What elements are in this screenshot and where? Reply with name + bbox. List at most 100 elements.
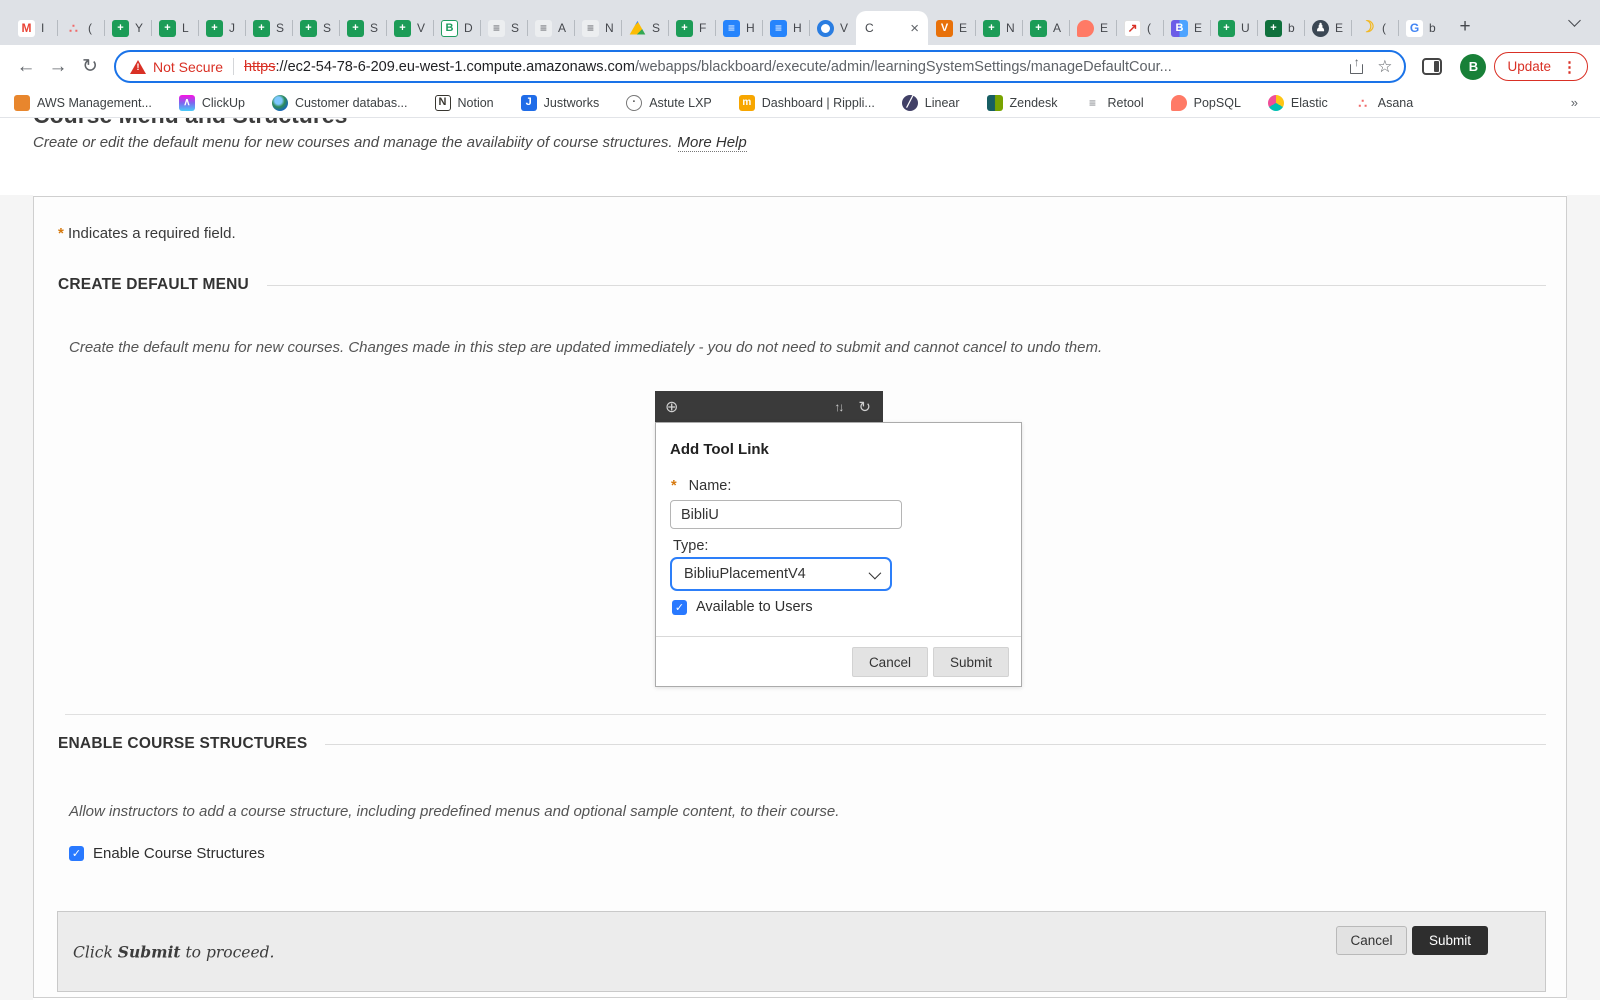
browser-tab[interactable]: VE <box>928 11 975 45</box>
bookmark-label: Justworks <box>544 96 600 110</box>
browser-tab[interactable]: +S <box>339 11 386 45</box>
browser-tab[interactable]: ≡S <box>480 11 527 45</box>
type-select[interactable]: BibliuPlacementV4 <box>670 557 892 591</box>
browser-tab[interactable]: ≡A <box>527 11 574 45</box>
share-icon[interactable]: ↑ <box>1350 59 1363 74</box>
bookmark-item[interactable]: mDashboard | Rippli... <box>739 95 875 111</box>
tab-title: E <box>1335 21 1343 35</box>
browser-tab[interactable]: ≡N <box>574 11 621 45</box>
forward-button[interactable]: → <box>42 51 74 83</box>
tab-title: V <box>840 21 848 35</box>
refresh-icon[interactable]: ↻ <box>858 398 871 416</box>
omnibox-divider <box>233 58 234 75</box>
bookmark-item[interactable]: ∧ClickUp <box>179 95 245 111</box>
bookmark-item[interactable]: ≡Retool <box>1085 95 1144 111</box>
rippling-favicon: m <box>739 95 755 111</box>
bubble-favicon <box>1077 20 1094 37</box>
bookmark-item[interactable]: AWS Management... <box>14 95 152 111</box>
enable-course-structures-checkbox[interactable]: ✓ <box>69 846 84 861</box>
browser-tab[interactable]: +U <box>1210 11 1257 45</box>
browser-tab[interactable]: Gb <box>1398 11 1445 45</box>
bookmark-item[interactable]: NNotion <box>435 95 494 111</box>
browser-tab[interactable]: V <box>809 11 856 45</box>
browser-tab[interactable]: S <box>621 11 668 45</box>
browser-tab[interactable]: +S <box>245 11 292 45</box>
browser-tab[interactable]: ∴( <box>57 11 104 45</box>
browser-tab[interactable]: +b <box>1257 11 1304 45</box>
browser-tab[interactable]: +V <box>386 11 433 45</box>
back-button[interactable]: ← <box>10 51 42 83</box>
browser-tab[interactable]: BE <box>1163 11 1210 45</box>
popsql-favicon <box>1171 95 1187 111</box>
update-button[interactable]: Update ⋮ <box>1494 52 1588 81</box>
form-cancel-button[interactable]: Cancel <box>1336 926 1407 955</box>
bookmark-label: PopSQL <box>1194 96 1241 110</box>
bookmark-item[interactable]: Zendesk <box>987 95 1058 111</box>
add-item-icon[interactable]: ⊕ <box>665 397 678 417</box>
create-menu-instruction: Create the default menu for new courses.… <box>69 339 1102 356</box>
tab-title: b <box>1429 21 1436 35</box>
browser-tab[interactable]: +A <box>1022 11 1069 45</box>
bookmark-item[interactable]: ·Astute LXP <box>626 95 712 111</box>
zendesk-favicon <box>987 95 1003 111</box>
browser-tab[interactable]: E <box>1069 11 1116 45</box>
reorder-icon[interactable]: ↑↓ <box>834 400 842 414</box>
sheets-favicon: + <box>206 20 223 37</box>
address-bar[interactable]: ! Not Secure https://ec2-54-78-6-209.eu-… <box>114 50 1406 83</box>
section-enable-course-structures: ENABLE COURSE STRUCTURES <box>58 735 1546 753</box>
linear-favicon: ╱ <box>902 95 918 111</box>
form-submit-button[interactable]: Submit <box>1412 926 1488 955</box>
bookmarks-overflow-icon[interactable]: » <box>1571 95 1578 110</box>
bookmark-item[interactable]: JJustworks <box>521 95 600 111</box>
bookmark-label: Zendesk <box>1010 96 1058 110</box>
reload-icon: ↻ <box>82 55 98 78</box>
bookmark-star-icon[interactable]: ☆ <box>1377 57 1392 77</box>
bookmark-label: Customer databas... <box>295 96 408 110</box>
name-input[interactable] <box>670 500 902 529</box>
bookmark-item[interactable]: Elastic <box>1268 95 1328 111</box>
browser-tab[interactable]: ♟E <box>1304 11 1351 45</box>
bookmark-item[interactable]: PopSQL <box>1171 95 1241 111</box>
bookmark-label: ClickUp <box>202 96 245 110</box>
browser-tab[interactable]: +S <box>292 11 339 45</box>
new-tab-button[interactable]: + <box>1451 13 1479 41</box>
tab-title: D <box>464 21 473 35</box>
sheets-favicon: + <box>1218 20 1235 37</box>
browser-tab[interactable]: +N <box>975 11 1022 45</box>
bookmark-item[interactable]: Customer databas... <box>272 95 408 111</box>
browser-tab[interactable]: ≡H <box>762 11 809 45</box>
available-to-users-label: Available to Users <box>696 599 813 615</box>
profile-avatar[interactable]: B <box>1460 54 1486 80</box>
reload-button[interactable]: ↻ <box>74 51 106 83</box>
dialog-cancel-button[interactable]: Cancel <box>852 647 928 677</box>
type-select-value: BibliuPlacementV4 <box>684 566 869 582</box>
bookmark-item[interactable]: ╱Linear <box>902 95 960 111</box>
bookmark-item[interactable]: ∴Asana <box>1355 95 1413 111</box>
available-to-users-checkbox[interactable]: ✓ <box>672 600 687 615</box>
side-panel-icon[interactable] <box>1422 58 1442 75</box>
browser-menu-icon[interactable]: ⋮ <box>1558 58 1581 76</box>
bookmark-label: Retool <box>1108 96 1144 110</box>
tab-title: S <box>370 21 378 35</box>
required-field-note: * Indicates a required field. <box>58 225 236 242</box>
browser-tab[interactable]: BD <box>433 11 480 45</box>
tab-close-icon[interactable]: × <box>910 21 919 36</box>
browser-tab[interactable]: +L <box>151 11 198 45</box>
onepass-favicon <box>817 20 834 37</box>
browser-tab[interactable]: ☽( <box>1351 11 1398 45</box>
tab-title: C <box>865 21 874 35</box>
moon-favicon: ☽ <box>1359 20 1376 37</box>
more-help-link[interactable]: More Help <box>678 134 747 152</box>
browser-tab[interactable]: +J <box>198 11 245 45</box>
browser-tab[interactable]: ≡H <box>715 11 762 45</box>
dialog-submit-button[interactable]: Submit <box>933 647 1009 677</box>
add-tool-link-dialog: Add Tool Link *Name: Type: BibliuPlaceme… <box>655 422 1022 687</box>
tab-title: S <box>652 21 660 35</box>
browser-tab[interactable]: ↗( <box>1116 11 1163 45</box>
tab-search-chevron-icon[interactable] <box>1570 16 1580 26</box>
browser-tab[interactable]: +Y <box>104 11 151 45</box>
active-tab[interactable]: C× <box>856 11 928 45</box>
browser-tab[interactable]: MI <box>10 11 57 45</box>
update-label: Update <box>1507 59 1551 74</box>
browser-tab[interactable]: +F <box>668 11 715 45</box>
